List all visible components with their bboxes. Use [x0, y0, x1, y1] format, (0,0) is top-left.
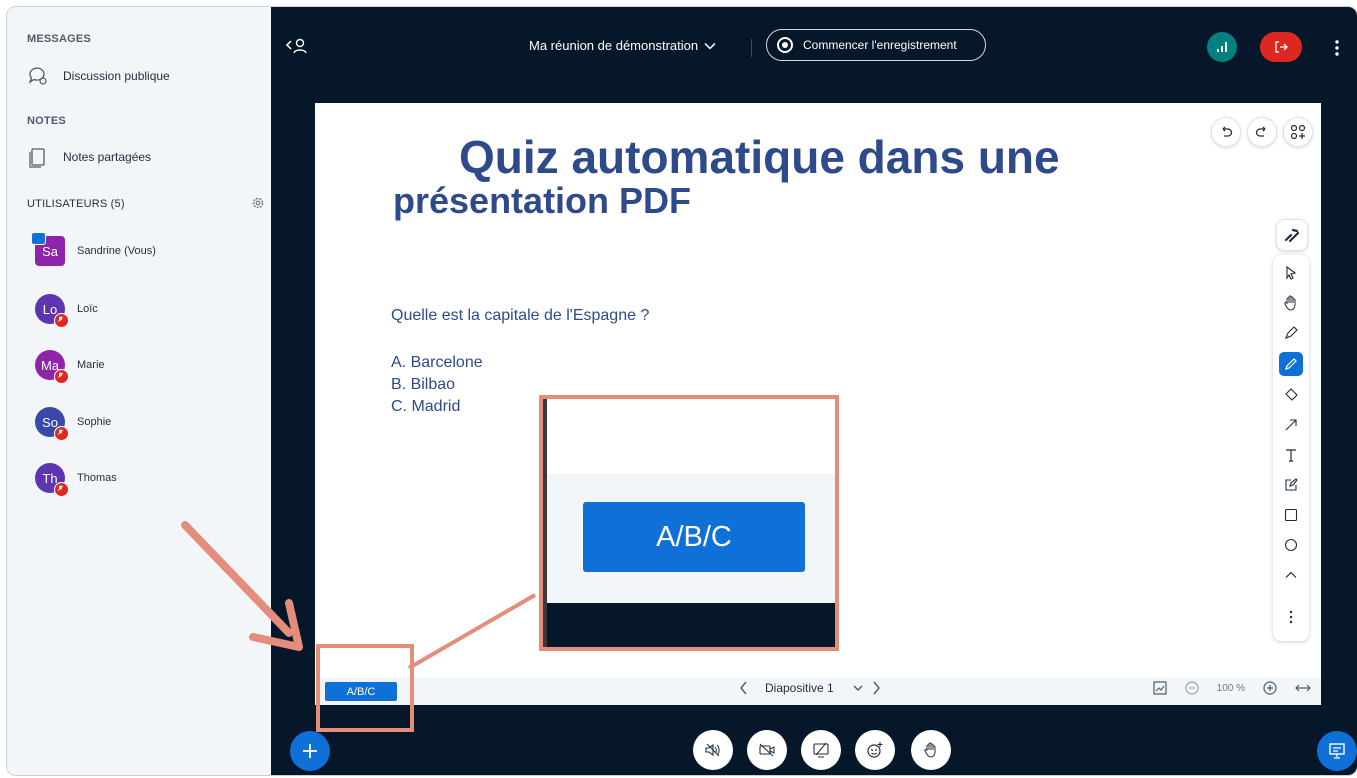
arrow-annotation [181, 521, 303, 651]
presentation-icon [1329, 743, 1345, 759]
presentation-toggle-button[interactable] [1317, 731, 1357, 771]
reactions-button[interactable] [855, 730, 895, 770]
emoji-icon [867, 742, 883, 758]
select-tool[interactable] [1279, 261, 1303, 285]
screen-share-off-icon [813, 742, 829, 758]
callout-connector-line [407, 593, 537, 670]
rectangle-icon [1284, 508, 1298, 522]
note-tool[interactable] [1279, 473, 1303, 497]
redo-icon [1255, 126, 1266, 137]
circle-icon [1284, 538, 1298, 552]
eraser-icon [1285, 388, 1298, 401]
pencil-tool[interactable] [1279, 352, 1303, 376]
sticky-note-icon [1285, 478, 1298, 491]
camera-off-icon [759, 743, 775, 757]
hand-icon [924, 742, 936, 758]
app-window: MESSAGES Discussion publique NOTES Notes… [6, 6, 1357, 776]
video-button[interactable] [747, 730, 787, 770]
screen-share-button[interactable] [801, 730, 841, 770]
highlight-box [316, 644, 414, 732]
redo-button[interactable] [1247, 117, 1277, 147]
actions-button[interactable] [290, 731, 330, 771]
arrow-tool[interactable] [1279, 413, 1303, 437]
chevron-up-icon [1285, 571, 1297, 578]
arrow-icon [1285, 419, 1297, 431]
multi-user-button[interactable] [1283, 117, 1313, 147]
hand-icon [1284, 295, 1296, 311]
undo-icon [1222, 126, 1233, 137]
whiteboard-history-controls [1205, 117, 1313, 147]
raise-hand-button[interactable] [911, 730, 951, 770]
rectangle-tool[interactable] [1279, 503, 1303, 527]
more-shapes-tool[interactable] [1279, 563, 1303, 587]
plus-icon [303, 744, 317, 758]
more-tools-button[interactable] [1279, 605, 1303, 629]
pen-tool[interactable] [1279, 321, 1303, 345]
pencil-icon [1285, 358, 1297, 370]
pen-icon [1285, 326, 1298, 339]
eraser-tool[interactable] [1279, 383, 1303, 407]
multi-user-icon [1290, 124, 1306, 140]
audio-button[interactable] [693, 730, 733, 770]
text-icon [1286, 449, 1296, 462]
whiteboard-toolbar [1273, 255, 1309, 641]
quick-draw-icon [1284, 228, 1300, 243]
undo-button[interactable] [1211, 117, 1241, 147]
whiteboard-toggle-button[interactable] [1276, 219, 1308, 251]
cursor-icon [1286, 266, 1297, 280]
speaker-muted-icon [705, 743, 720, 757]
ellipse-tool[interactable] [1279, 533, 1303, 557]
kebab-icon [1289, 610, 1293, 624]
annotation-overlay [181, 521, 537, 670]
pan-tool[interactable] [1279, 291, 1303, 315]
text-tool[interactable] [1279, 443, 1303, 467]
